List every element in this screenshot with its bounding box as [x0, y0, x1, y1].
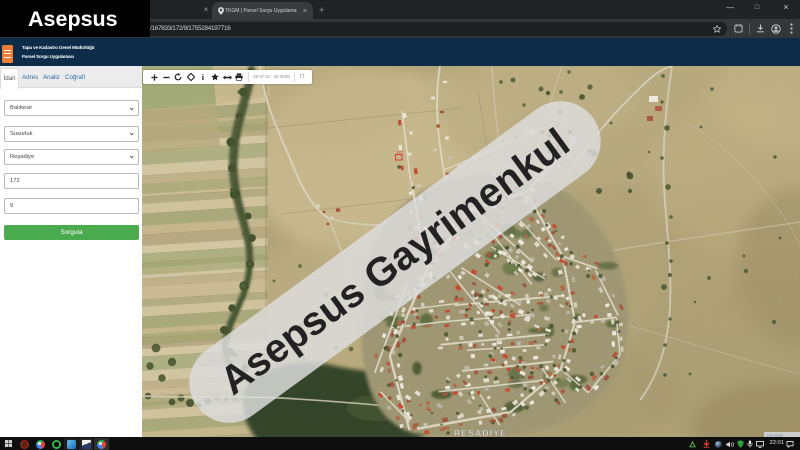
svg-text:172: 172 [396, 149, 403, 154]
svg-text:REŞADİYE: REŞADİYE [454, 428, 507, 438]
